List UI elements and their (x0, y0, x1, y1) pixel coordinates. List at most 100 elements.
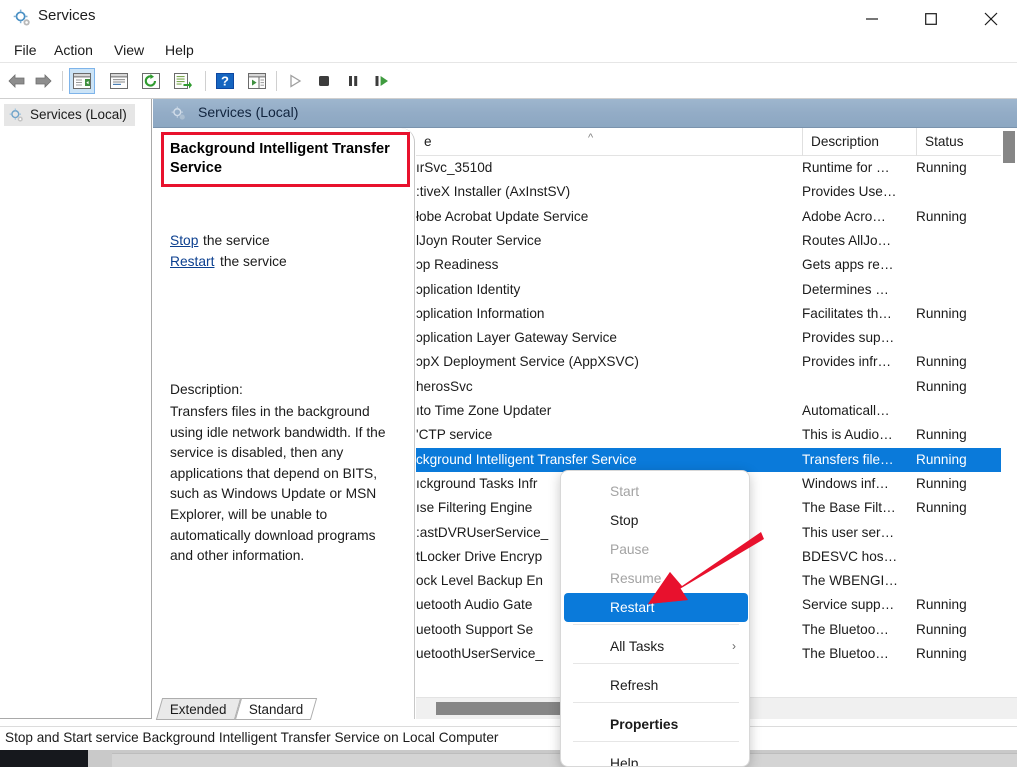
cell-name: ɔp Readiness (416, 253, 798, 277)
menu-separator (573, 702, 739, 703)
table-row[interactable]: ɔplication IdentityDetermines … (416, 278, 1017, 302)
menu-help[interactable]: Help (159, 40, 200, 60)
cell-name: ckground Intelligent Transfer Service (416, 448, 798, 472)
cell-name: ɔplication Information (416, 302, 798, 326)
menu-item-restart[interactable]: Restart (564, 593, 748, 622)
menu-item-refresh[interactable]: Refresh (564, 671, 748, 700)
table-row[interactable]: łobe Acrobat Update ServiceAdobe Acro…Ru… (416, 205, 1017, 229)
cell-description: Automaticall… (802, 399, 905, 423)
cell-description: The Bluetoo… (802, 618, 905, 642)
list-vertical-scrollbar[interactable] (1001, 128, 1017, 693)
pause-service-button[interactable] (340, 68, 366, 94)
stop-service-button[interactable] (311, 68, 337, 94)
cell-name: ɔpX Deployment Service (AppXSVC) (416, 350, 798, 374)
status-bar: Stop and Start service Background Intell… (0, 726, 1017, 750)
cell-status: Running (916, 375, 1001, 399)
cell-description: The WBENGI… (802, 569, 905, 593)
table-row[interactable]: herosSvc Running (416, 375, 1017, 399)
table-row[interactable]: :tiveX Installer (AxInstSV)Provides Use… (416, 180, 1017, 204)
cell-name: ɔplication Identity (416, 278, 798, 302)
description-label: Description: (170, 382, 243, 397)
start-service-button[interactable] (282, 68, 308, 94)
cell-status (916, 399, 1001, 423)
sort-ascending-icon: ^ (588, 132, 593, 144)
show-hide-console-tree-button[interactable] (69, 68, 95, 94)
cell-status: Running (916, 350, 1001, 374)
export-list-button[interactable] (170, 68, 196, 94)
cell-description: This user ser… (802, 521, 905, 545)
menu-item-label: Properties (610, 717, 678, 732)
cell-description: The Bluetoo… (802, 642, 905, 666)
menu-file[interactable]: File (8, 40, 43, 60)
cell-status: Running (916, 302, 1001, 326)
tab-extended[interactable]: Extended (156, 698, 241, 720)
cell-description: Facilitates th… (802, 302, 905, 326)
restart-service-button[interactable] (369, 68, 395, 94)
cell-description (802, 375, 905, 399)
forward-button[interactable] (30, 68, 56, 94)
cell-status (916, 569, 1001, 593)
tab-standard[interactable]: Standard (235, 698, 318, 720)
menu-separator (573, 741, 739, 742)
table-row[interactable]: ɔpX Deployment Service (AppXSVC)Provides… (416, 350, 1017, 374)
menu-item-label: Refresh (610, 678, 658, 693)
tree-node-services-local[interactable]: Services (Local) (4, 104, 135, 126)
help-button[interactable]: ? (212, 68, 238, 94)
menu-item-properties[interactable]: Properties (564, 710, 748, 739)
cell-status (916, 521, 1001, 545)
cell-description: Adobe Acro… (802, 205, 905, 229)
menu-item-help[interactable]: Help (564, 749, 748, 767)
cell-name: 'CTP service (416, 423, 798, 447)
menu-item-label: Resume (610, 571, 661, 586)
cell-description: BDESVC hos… (802, 545, 905, 569)
table-row[interactable]: 'CTP serviceThis is Audio…Running (416, 423, 1017, 447)
table-row[interactable]: ıto Time Zone UpdaterAutomaticall… (416, 399, 1017, 423)
column-header-status[interactable]: Status (916, 128, 1001, 156)
back-button[interactable] (4, 68, 30, 94)
cell-status: Running (916, 472, 1001, 496)
column-header-name[interactable]: e (416, 128, 802, 156)
cell-status (916, 253, 1001, 277)
menu-item-resume: Resume (564, 564, 748, 593)
table-row[interactable]: ırSvc_3510dRuntime for …Running (416, 156, 1017, 180)
menu-view[interactable]: View (108, 40, 150, 60)
cell-status (916, 278, 1001, 302)
properties-button[interactable] (106, 68, 132, 94)
cell-name: herosSvc (416, 375, 798, 399)
menu-item-all-tasks[interactable]: All Tasks› (564, 632, 748, 661)
services-header-icon (170, 105, 187, 122)
restart-service-link[interactable]: Restart (170, 254, 214, 269)
window-title: Services (38, 7, 96, 24)
table-row[interactable]: ɔplication Layer Gateway ServiceProvides… (416, 326, 1017, 350)
cell-status: Running (916, 156, 1001, 180)
stop-service-link[interactable]: Stop (170, 233, 198, 248)
show-hide-action-pane-button[interactable] (244, 68, 270, 94)
cell-description: The Base Filt… (802, 496, 905, 520)
table-row[interactable]: ɔp ReadinessGets apps re… (416, 253, 1017, 277)
table-row[interactable]: ɔplication InformationFacilitates th… Run… (416, 302, 1017, 326)
cell-status: Running (916, 423, 1001, 447)
table-row[interactable]: ckground Intelligent Transfer ServiceTra… (416, 448, 1017, 472)
minimize-button[interactable] (849, 0, 895, 37)
menu-item-label: All Tasks (610, 639, 664, 654)
maximize-button[interactable] (908, 0, 954, 37)
menu-item-pause: Pause (564, 535, 748, 564)
menu-item-label: Stop (610, 513, 638, 528)
cell-description: Routes AllJo… (802, 229, 905, 253)
cell-status (916, 326, 1001, 350)
selected-service-title: Background Intelligent Transfer Service (161, 132, 410, 187)
cell-description: Provides infr… (802, 350, 905, 374)
close-button[interactable] (968, 0, 1014, 37)
cell-description: Provides sup… (802, 326, 905, 350)
svg-text:?: ? (221, 74, 229, 89)
table-row[interactable]: lJoyn Router ServiceRoutes AllJo… (416, 229, 1017, 253)
column-header-description[interactable]: Description (802, 128, 916, 156)
menu-item-stop[interactable]: Stop (564, 506, 748, 535)
vertical-scroll-thumb[interactable] (1003, 131, 1015, 163)
cell-name: łobe Acrobat Update Service (416, 205, 798, 229)
menu-action[interactable]: Action (48, 40, 99, 60)
services-window: Services File Action View Help (0, 0, 1017, 767)
refresh-button[interactable] (138, 68, 164, 94)
list-column-headers: e ^ Description Status (416, 128, 1017, 156)
service-detail-pane: Background Intelligent Transfer Service … (153, 128, 415, 719)
